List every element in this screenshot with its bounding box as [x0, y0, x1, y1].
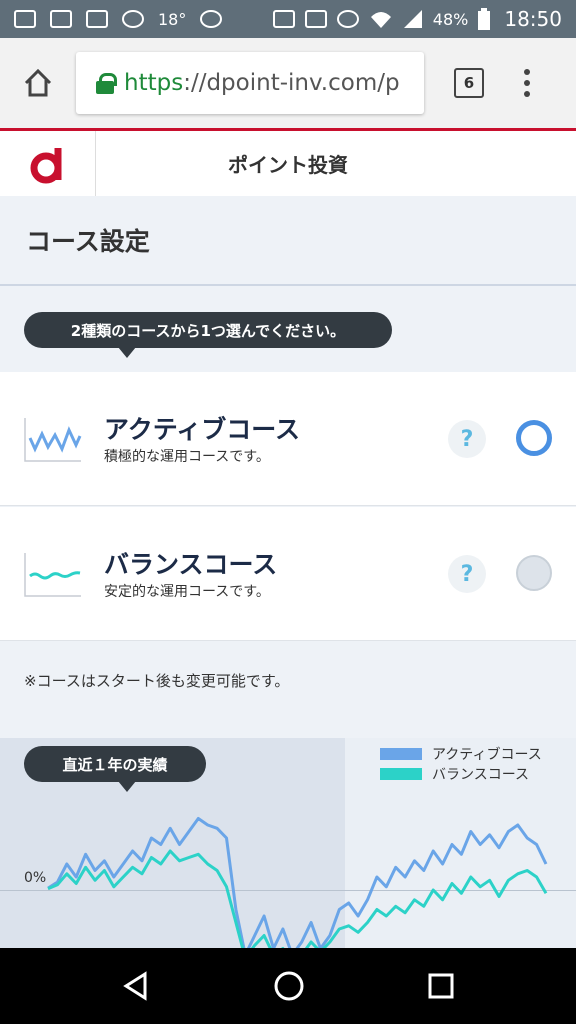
course-option-balance[interactable]: バランスコース 安定的な運用コースです。 ? — [0, 507, 576, 641]
legend-item-balance: バランスコース — [380, 764, 542, 784]
chart-legend: アクティブコース バランスコース — [380, 744, 542, 784]
menu-dot — [524, 80, 530, 86]
tab-switcher-button[interactable]: 6 — [454, 68, 484, 98]
vibrate-icon — [304, 10, 327, 28]
help-button[interactable]: ? — [448, 555, 486, 593]
instruction-bubble: 2種類のコースから1つ選んでください。 — [24, 312, 392, 358]
active-trend-icon — [24, 418, 82, 462]
legend-label: バランスコース — [432, 767, 530, 783]
clock: 18:50 — [504, 7, 562, 31]
chart-title: 直近１年の実績 — [24, 746, 206, 792]
gmail-icon — [50, 10, 72, 28]
wifi-icon — [370, 12, 391, 28]
menu-dot — [524, 69, 530, 75]
series-line-active — [47, 817, 548, 948]
gmail-icon — [86, 10, 108, 28]
course-name: アクティブコース — [104, 415, 301, 444]
battery-icon — [478, 8, 491, 30]
browser-menu-button[interactable] — [524, 69, 530, 97]
url-rest: ://dpoint-inv.com/p — [183, 70, 400, 96]
nfc-icon — [272, 10, 295, 28]
legend-item-active: アクティブコース — [380, 744, 542, 764]
change-note: ※コースはスタート後も変更可能です。 — [0, 642, 576, 738]
course-description: 安定的な運用コースです。 — [104, 584, 270, 600]
home-circle-icon[interactable] — [273, 970, 305, 1002]
course-option-active[interactable]: アクティブコース 積極的な運用コースです。 ? — [0, 372, 576, 506]
performance-chart: 直近１年の実績 アクティブコース バランスコース 0% — [0, 738, 576, 948]
alarm-icon — [336, 10, 359, 28]
home-button[interactable] — [0, 38, 76, 128]
info-icon — [200, 10, 223, 28]
page-title: コース設定 — [26, 227, 150, 256]
legend-swatch — [380, 748, 422, 760]
sync-icon — [122, 10, 144, 28]
navigation-bar — [0, 948, 576, 1024]
url-scheme: https — [124, 70, 184, 96]
battery-percent: 48% — [432, 9, 469, 29]
course-description: 積極的な運用コースです。 — [104, 449, 270, 465]
page-title-section: コース設定 — [0, 196, 576, 286]
balance-trend-icon — [24, 553, 81, 597]
y-tick-label: 0% — [24, 870, 47, 886]
course-radio-balance[interactable] — [516, 555, 552, 591]
recents-icon[interactable] — [427, 972, 455, 1000]
message-icon — [14, 10, 36, 28]
site-header: d ポイント投資 — [0, 128, 576, 196]
d-logo-icon: d — [28, 144, 61, 183]
course-radio-active[interactable] — [516, 420, 552, 456]
status-bar: 18° 48% 18:50 — [0, 0, 576, 38]
site-title: ポイント投資 — [228, 153, 348, 177]
legend-swatch — [380, 768, 422, 780]
logo-text: d — [28, 144, 29, 145]
logo-link[interactable]: d — [0, 131, 96, 196]
course-name: バランスコース — [104, 550, 278, 579]
home-icon — [24, 68, 52, 97]
menu-dot — [524, 91, 530, 97]
instruction-section: 2種類のコースから1つ選んでください。 — [0, 288, 576, 372]
legend-label: アクティブコース — [432, 747, 542, 763]
back-icon[interactable] — [121, 971, 151, 1001]
temperature: 18° — [158, 9, 187, 29]
url-bar[interactable]: https://dpoint-inv.com/p — [76, 52, 424, 114]
lock-icon — [96, 73, 117, 94]
help-button[interactable]: ? — [448, 420, 486, 458]
signal-icon — [403, 10, 422, 28]
browser-toolbar: https://dpoint-inv.com/p 6 — [0, 38, 576, 128]
